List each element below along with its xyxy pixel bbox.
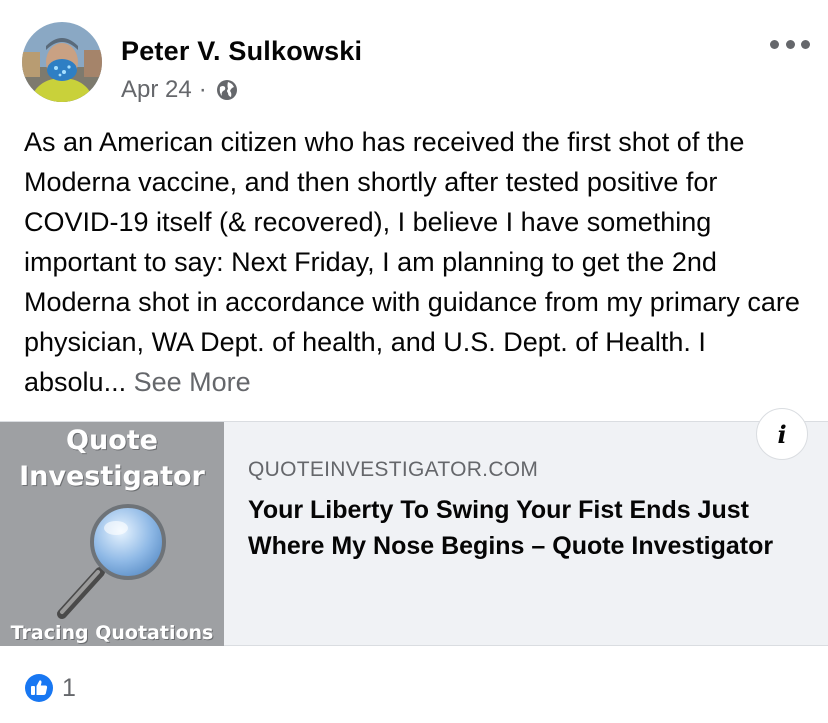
post-date[interactable]: Apr 24 [121, 76, 192, 104]
post-meta: Apr 24 · [121, 76, 238, 104]
post-body: As an American citizen who has received … [24, 127, 800, 397]
meta-separator: · [198, 76, 207, 103]
info-icon[interactable]: i [756, 408, 808, 460]
thumbnail-title-line1: Quote [66, 425, 158, 456]
see-more-link[interactable]: See More [134, 367, 251, 397]
link-thumbnail: Quote Investigator Tracing Quotations [0, 422, 224, 646]
link-domain: QUOTEINVESTIGATOR.COM [248, 458, 539, 481]
link-preview-card[interactable]: Quote Investigator Tracing Quotations QU… [0, 408, 828, 646]
magnifying-glass-icon [57, 504, 166, 619]
more-dot [770, 39, 779, 49]
post-header: Peter V. Sulkowski Apr 24 · [22, 22, 812, 104]
more-dot [801, 39, 810, 49]
link-card-body[interactable]: QUOTEINVESTIGATOR.COM Your Liberty To Sw… [248, 458, 788, 564]
link-title[interactable]: Your Liberty To Swing Your Fist Ends Jus… [248, 492, 788, 564]
globe-icon[interactable] [216, 79, 238, 101]
like-icon[interactable] [24, 673, 54, 703]
post-text: As an American citizen who has received … [24, 122, 814, 402]
more-dot [785, 39, 795, 49]
more-options-icon[interactable] [770, 32, 810, 56]
thumbnail-title-line2: Investigator [19, 461, 205, 492]
like-count[interactable]: 1 [62, 674, 76, 703]
avatar-photo [22, 22, 102, 102]
reactions-summary[interactable]: 1 [24, 673, 76, 703]
author-name[interactable]: Peter V. Sulkowski [121, 36, 362, 67]
author-avatar[interactable] [22, 22, 102, 102]
thumbnail-footer: Tracing Quotations [10, 622, 214, 644]
